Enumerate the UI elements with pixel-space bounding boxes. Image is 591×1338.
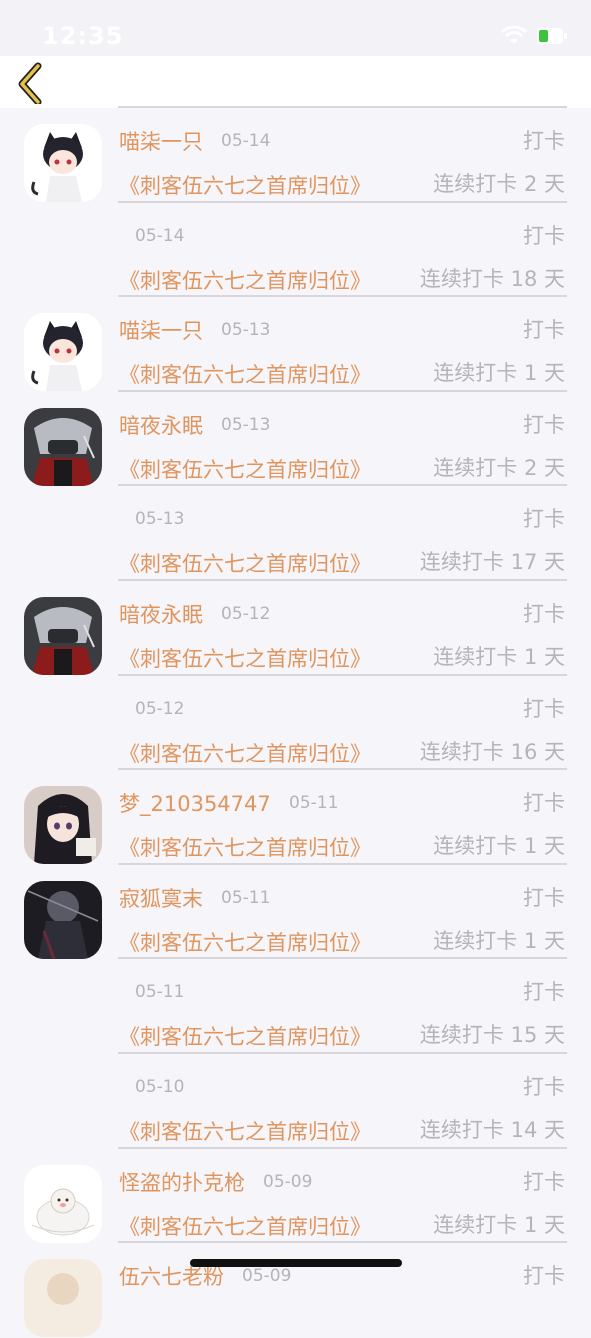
book-title-link[interactable]: 《刺客伍六七之首席归位》 — [119, 832, 371, 862]
streak-count: 连续打卡 16 天 — [419, 739, 565, 764]
checkin-row[interactable]: 05-13 打卡《刺客伍六七之首席归位》 连续打卡 17 天 — [0, 486, 591, 581]
checkin-row[interactable]: 05-12 打卡《刺客伍六七之首席归位》 连续打卡 16 天 — [0, 676, 591, 771]
streak-count: 连续打卡 15 天 — [419, 1023, 565, 1048]
checkin-row[interactable]: 暗夜永眠 05-12 打卡《刺客伍六七之首席归位》 连续打卡 1 天 — [0, 581, 591, 676]
book-title-link[interactable]: 《刺客伍六七之首席归位》 — [119, 1211, 371, 1241]
checkin-date: 05-09 — [263, 1171, 313, 1192]
checkin-action: 打卡 — [523, 885, 565, 910]
checkin-action: 打卡 — [523, 1264, 565, 1289]
user-name[interactable]: 暗夜永眠 — [119, 410, 203, 440]
checkin-action: 打卡 — [523, 601, 565, 626]
checkin-date: 05-11 — [289, 793, 339, 814]
user-name[interactable]: 怪盗的扑克枪 — [119, 1167, 245, 1197]
status-icons — [501, 24, 567, 48]
book-title-link[interactable]: 《刺客伍六七之首席归位》 — [119, 1021, 371, 1051]
nav-bar — [0, 56, 591, 108]
checkin-action: 打卡 — [523, 980, 565, 1005]
checkin-action: 打卡 — [523, 412, 565, 437]
checkin-action: 打卡 — [523, 1074, 565, 1099]
book-title-link[interactable]: 《刺客伍六七之首席归位》 — [119, 927, 371, 957]
book-title-link[interactable]: 《刺客伍六七之首席归位》 — [119, 738, 371, 768]
checkin-date: 05-14 — [135, 225, 185, 246]
streak-count: 连续打卡 14 天 — [419, 1117, 565, 1142]
checkin-action: 打卡 — [523, 696, 565, 721]
checkin-row[interactable]: 伍六七老粉 05-09 打卡 — [0, 1243, 591, 1338]
book-title-link[interactable]: 《刺客伍六七之首席归位》 — [119, 265, 371, 295]
user-avatar[interactable] — [24, 596, 102, 675]
status-bar: 12:35 — [0, 0, 591, 56]
streak-count: 连续打卡 1 天 — [433, 361, 565, 386]
book-title-link[interactable]: 《刺客伍六七之首席归位》 — [119, 548, 371, 578]
status-time: 12:35 — [42, 22, 124, 50]
streak-count: 连续打卡 1 天 — [433, 644, 565, 669]
streak-count: 连续打卡 1 天 — [433, 928, 565, 953]
user-avatar[interactable] — [24, 313, 102, 392]
checkin-date: 05-11 — [221, 887, 271, 908]
user-name[interactable]: 暗夜永眠 — [119, 599, 203, 629]
checkin-action: 打卡 — [523, 1169, 565, 1194]
book-title-link[interactable]: 《刺客伍六七之首席归位》 — [119, 1116, 371, 1146]
checkin-date: 05-13 — [135, 509, 185, 530]
checkin-row[interactable]: 喵柒一只 05-14 打卡《刺客伍六七之首席归位》 连续打卡 2 天 — [0, 108, 591, 203]
checkin-date: 05-09 — [242, 1266, 292, 1287]
checkin-row[interactable]: 05-11 打卡《刺客伍六七之首席归位》 连续打卡 15 天 — [0, 959, 591, 1054]
checkin-row[interactable]: 喵柒一只 05-13 打卡《刺客伍六七之首席归位》 连续打卡 1 天 — [0, 297, 591, 392]
user-avatar[interactable] — [24, 407, 102, 486]
checkin-action: 打卡 — [523, 318, 565, 343]
streak-count: 连续打卡 18 天 — [419, 266, 565, 291]
battery-icon — [537, 28, 567, 44]
checkin-date: 05-13 — [221, 414, 271, 435]
user-name[interactable]: 寂狐寞末 — [119, 883, 203, 913]
user-avatar[interactable] — [24, 786, 102, 865]
checkin-row[interactable]: 梦_210354747 05-11 打卡《刺客伍六七之首席归位》 连续打卡 1 天 — [0, 770, 591, 865]
user-avatar[interactable] — [24, 1164, 102, 1243]
user-avatar[interactable] — [24, 1259, 102, 1338]
checkin-action: 打卡 — [523, 129, 565, 153]
streak-count: 连续打卡 17 天 — [419, 550, 565, 575]
checkin-row[interactable]: 寂狐寞末 05-11 打卡《刺客伍六七之首席归位》 连续打卡 1 天 — [0, 865, 591, 960]
streak-count: 连续打卡 2 天 — [433, 455, 565, 480]
checkin-row[interactable]: 05-10 打卡《刺客伍六七之首席归位》 连续打卡 14 天 — [0, 1054, 591, 1149]
book-title-link[interactable]: 《刺客伍六七之首席归位》 — [119, 170, 371, 200]
checkin-date: 05-10 — [135, 1076, 185, 1097]
book-title-link[interactable]: 《刺客伍六七之首席归位》 — [119, 454, 371, 484]
streak-count: 连续打卡 2 天 — [433, 172, 565, 196]
streak-count: 连续打卡 1 天 — [433, 1212, 565, 1237]
user-avatar[interactable] — [24, 880, 102, 959]
checkin-date: 05-11 — [135, 982, 185, 1003]
checkin-date: 05-12 — [221, 603, 271, 624]
book-title-link[interactable]: 《刺客伍六七之首席归位》 — [119, 359, 371, 389]
checkin-row[interactable]: 05-14 打卡《刺客伍六七之首席归位》 连续打卡 18 天 — [0, 203, 591, 298]
user-name[interactable]: 喵柒一只 — [119, 126, 203, 156]
home-indicator — [190, 1259, 402, 1267]
user-name[interactable]: 梦_210354747 — [119, 788, 271, 818]
streak-count: 连续打卡 1 天 — [433, 834, 565, 859]
checkin-list: 喵柒一只 05-14 打卡 《刺客伍六七之首席归位》 连续打卡 2 天 05-14 打卡 《刺… — [0, 108, 591, 1338]
checkin-date: 05-12 — [135, 698, 185, 719]
user-avatar[interactable] — [24, 124, 102, 202]
wifi-icon — [501, 26, 527, 44]
checkin-action: 打卡 — [523, 223, 565, 248]
checkin-row[interactable]: 暗夜永眠 05-13 打卡《刺客伍六七之首席归位》 连续打卡 2 天 — [0, 392, 591, 487]
checkin-action: 打卡 — [523, 507, 565, 532]
checkin-action: 打卡 — [523, 791, 565, 816]
checkin-date: 05-13 — [221, 320, 271, 341]
checkin-date: 05-14 — [221, 131, 271, 151]
user-name[interactable]: 喵柒一只 — [119, 315, 203, 345]
checkin-row[interactable]: 怪盗的扑克枪 05-09 打卡《刺客伍六七之首席归位》 连续打卡 1 天 — [0, 1149, 591, 1244]
chevron-left-icon[interactable] — [12, 60, 52, 104]
book-title-link[interactable]: 《刺客伍六七之首席归位》 — [119, 643, 371, 673]
